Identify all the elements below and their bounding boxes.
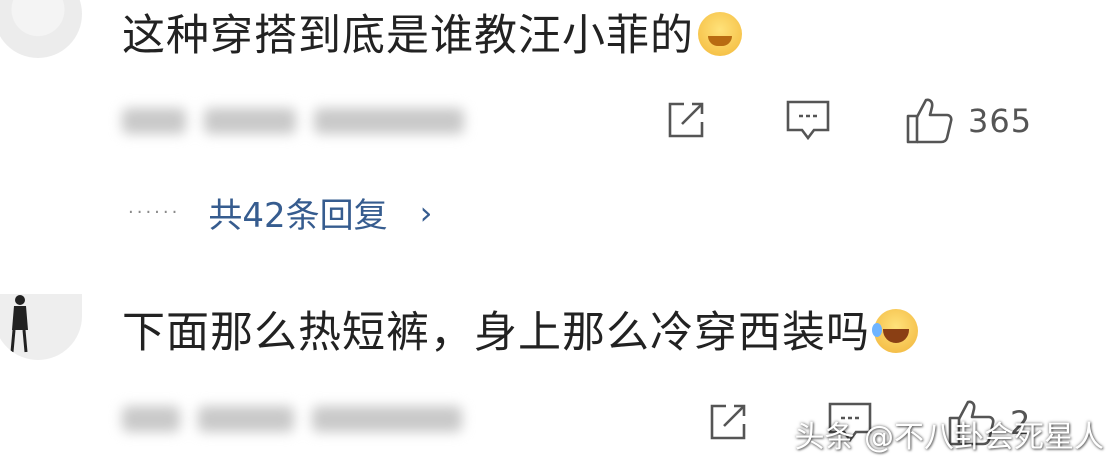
thumbs-up-icon: [904, 96, 954, 146]
share-button[interactable]: [706, 400, 750, 444]
reply-thread-dots: ······: [128, 202, 181, 223]
like-count: 365: [968, 102, 1033, 140]
watermark: 头条 @不八卦会死星人: [794, 420, 1104, 455]
share-icon: [706, 400, 750, 444]
like-button[interactable]: 365: [904, 96, 1032, 146]
comment-text: 这种穿搭到底是谁教汪小菲的: [122, 12, 742, 58]
comment-meta-blurred: [122, 108, 464, 136]
grinning-face-emoji: [698, 12, 742, 56]
comment-body: 下面那么热短裤，身上那么冷穿西装吗: [122, 308, 870, 358]
share-icon: [664, 98, 708, 142]
comment-icon: [784, 98, 832, 144]
comment-list: 这种穿搭到底是谁教汪小菲的 365 ······ 共42条回复 › 下面那么热短…: [0, 0, 1118, 464]
user-avatar[interactable]: [0, 294, 82, 360]
replies-count-label: 共42条回复: [208, 196, 388, 236]
share-button[interactable]: [664, 98, 708, 142]
comment-text: 下面那么热短裤，身上那么冷穿西装吗: [122, 309, 918, 355]
view-replies-link[interactable]: ······ 共42条回复 ›: [128, 188, 432, 237]
user-avatar[interactable]: [0, 0, 82, 58]
chevron-right-icon: ›: [419, 193, 433, 232]
avatar-figure: [10, 295, 28, 353]
comment-button[interactable]: [784, 98, 832, 144]
laughing-tears-emoji: [872, 309, 918, 353]
comment-meta-blurred: [122, 406, 462, 434]
comment-body: 这种穿搭到底是谁教汪小菲的: [122, 11, 694, 61]
